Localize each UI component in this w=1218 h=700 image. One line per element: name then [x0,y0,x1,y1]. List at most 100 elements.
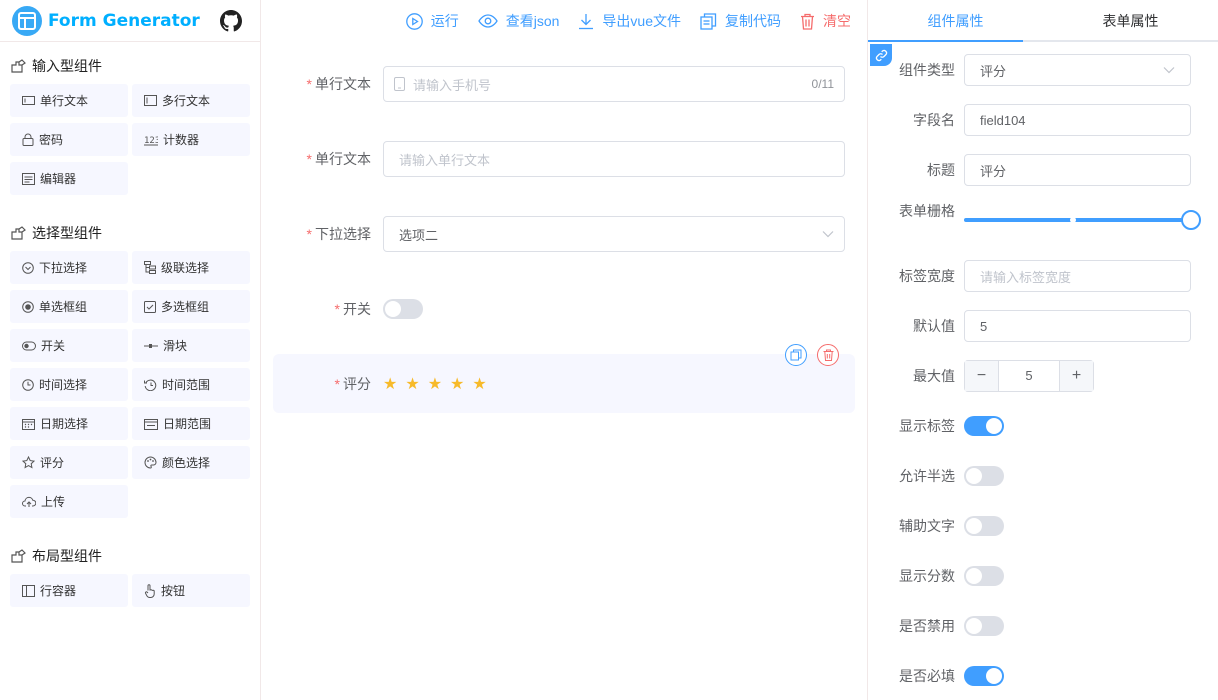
slider-handle[interactable] [1181,210,1201,230]
rate-star[interactable]: ★ [383,374,397,394]
trash-icon [801,13,814,30]
palette-item-checkbox[interactable]: 多选框组 [132,290,250,323]
select-input[interactable]: 选项二 [383,216,845,252]
select-group-list: 下拉选择 级联选择 单选框组 多选框组 开关 滑块 时间选择 时间范围 日期选择… [0,251,260,518]
palette-item-number[interactable]: 123 计数器 [132,123,250,156]
slider-icon [144,343,158,348]
layout-group-list: 行容器 按钮 [0,574,260,607]
tab-component-props[interactable]: 组件属性 [868,0,1043,40]
prop-max-value: 最大值 − 5 + [878,360,1201,392]
copy-code-button[interactable]: 复制代码 [700,11,781,31]
default-value-input[interactable]: 5 [964,310,1191,342]
cascader-icon [144,261,156,274]
textarea-icon [144,95,157,106]
properties-panel: 组件属性 表单属性 组件类型 评分 字段名 field104 标题 评分 表单栅… [867,0,1218,700]
palette-item-radio[interactable]: 单选框组 [10,290,128,323]
palette-item-button[interactable]: 按钮 [132,574,250,607]
clear-button[interactable]: 清空 [800,11,851,31]
palette-item-input[interactable]: 单行文本 [10,84,128,117]
rate-star[interactable]: ★ [472,374,486,394]
palette-item-row[interactable]: 行容器 [10,574,128,607]
rate-stars[interactable]: ★ ★ ★ ★ ★ [383,374,495,394]
palette-item-slider[interactable]: 滑块 [132,329,250,362]
label-width-input[interactable]: 请输入标签宽度 [964,260,1191,292]
prop-allow-half: 允许半选 [878,460,1201,492]
form-switch[interactable] [383,299,423,319]
copy-field-button[interactable] [785,344,807,366]
disabled-switch[interactable] [964,616,1004,636]
counter-icon: 123 [144,136,158,146]
input-group-list: 单行文本 多行文本 密码 123 计数器 编辑器 [0,84,260,195]
show-score-switch[interactable] [964,566,1004,586]
export-vue-button[interactable]: 导出vue文件 [578,11,681,31]
layout-group-title: 布局型组件 [0,546,260,566]
rate-star[interactable]: ★ [428,374,442,394]
palette-item-date-range[interactable]: 日期范围 [132,407,250,440]
form-item-select[interactable]: * 下拉选择 选项二 [273,216,855,252]
date-range-icon [144,418,158,430]
active-tab-indicator [868,40,1023,42]
prop-default-value: 默认值 5 [878,310,1201,342]
properties-tabs: 组件属性 表单属性 [868,0,1218,42]
lock-icon [22,133,34,146]
chevron-down-icon [822,231,834,238]
span-slider[interactable] [964,204,1201,236]
prop-required: 是否必填 [878,660,1201,692]
palette-item-cascader[interactable]: 级联选择 [132,251,250,284]
increment-button[interactable]: + [1059,361,1093,391]
max-value-stepper: − 5 + [964,360,1094,392]
form-item-label: * 开关 [334,301,371,317]
select-icon [22,261,34,274]
github-icon[interactable] [219,9,242,32]
select-group-title: 选择型组件 [0,223,260,243]
palette-item-date[interactable]: 日期选择 [10,407,128,440]
prop-title: 标题 评分 [878,154,1201,186]
prop-component-type: 组件类型 评分 [878,54,1201,86]
tab-form-props[interactable]: 表单属性 [1043,0,1218,40]
palette-item-password[interactable]: 密码 [10,123,128,156]
form-item-text[interactable]: * 单行文本 请输入单行文本 [273,141,855,177]
form-item-switch[interactable]: * 开关 [273,299,855,319]
run-button[interactable]: 运行 [405,11,459,31]
prop-span: 表单栅格 [878,203,1201,236]
logo-icon [12,5,42,36]
required-switch[interactable] [964,666,1004,686]
palette-item-editor[interactable]: 编辑器 [10,162,128,195]
rate-star[interactable]: ★ [405,374,419,394]
form-item-phone[interactable]: * 单行文本 请输入手机号 0/11 [273,66,855,102]
slider-track [964,218,1191,222]
allow-half-switch[interactable] [964,466,1004,486]
palette-item-time-range[interactable]: 时间范围 [132,368,250,401]
prop-label-width: 标签宽度 请输入标签宽度 [878,260,1201,292]
editor-icon [22,172,35,185]
slider-stop-dot [1069,217,1076,223]
palette-item-textarea[interactable]: 多行文本 [132,84,250,117]
palette-item-switch[interactable]: 开关 [10,329,128,362]
palette-item-color[interactable]: 颜色选择 [132,446,250,479]
palette-icon [144,456,157,469]
eye-icon [477,14,498,28]
decrement-button[interactable]: − [965,361,999,391]
download-icon [579,13,594,29]
delete-field-button[interactable] [817,344,839,366]
max-value-input[interactable]: 5 [999,361,1059,391]
palette-item-select[interactable]: 下拉选择 [10,251,128,284]
text-input[interactable]: 请输入单行文本 [383,141,845,177]
phone-input[interactable]: 请输入手机号 0/11 [383,66,845,102]
title-input[interactable]: 评分 [964,154,1191,186]
component-group-icon [11,225,26,240]
show-label-switch[interactable] [964,416,1004,436]
show-text-switch[interactable] [964,516,1004,536]
field-name-input[interactable]: field104 [964,104,1191,136]
logo-bar: Form Generator [0,0,260,42]
app-title: Form Generator [48,10,200,31]
switch-icon [22,341,36,350]
palette-item-upload[interactable]: 上传 [10,485,128,518]
form-item-label: * 评分 [334,375,371,392]
palette-item-rate[interactable]: 评分 [10,446,128,479]
palette-item-time[interactable]: 时间选择 [10,368,128,401]
view-json-button[interactable]: 查看json [477,11,559,31]
form-item-rate[interactable]: * 评分 ★ ★ ★ ★ ★ [273,344,855,413]
component-type-select[interactable]: 评分 [964,54,1191,86]
rate-star[interactable]: ★ [450,374,464,394]
